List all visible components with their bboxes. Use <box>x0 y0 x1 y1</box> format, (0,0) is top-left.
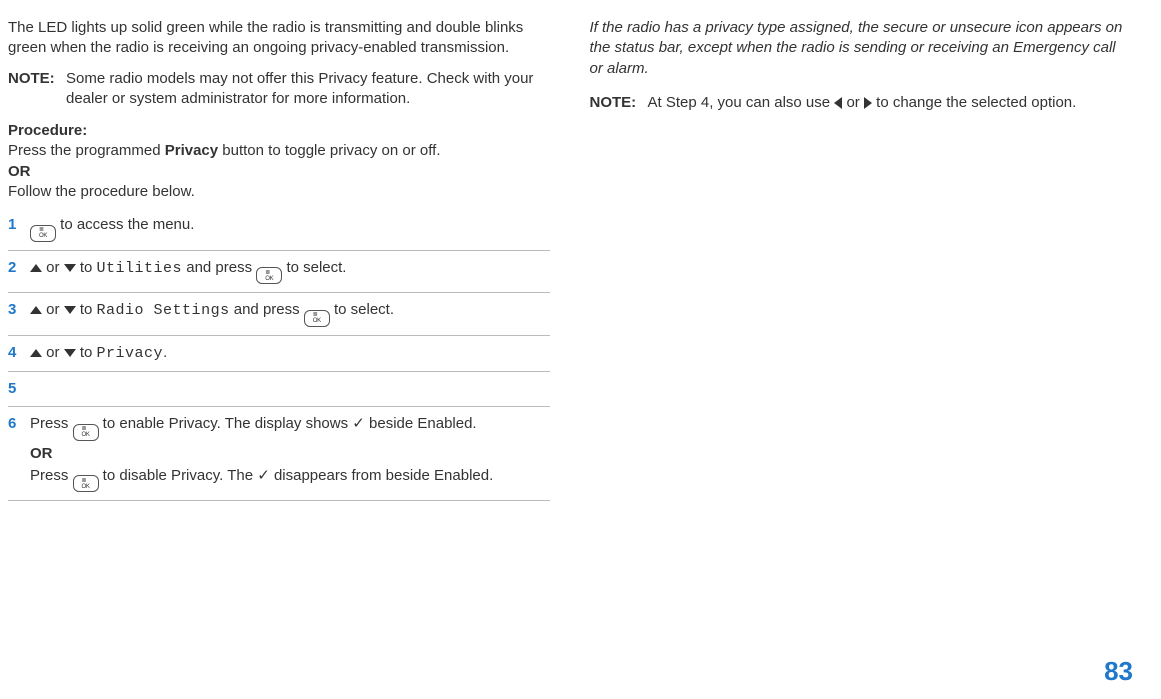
step-4: 4 or to Privacy. <box>8 336 550 372</box>
step-text: to select. <box>282 259 346 276</box>
step-text: or <box>42 259 64 276</box>
up-arrow-icon <box>30 264 42 272</box>
note-block-2: NOTE: At Step 4, you can also use or to … <box>590 93 1132 113</box>
step-body: or to Radio Settings and press to select… <box>30 300 550 328</box>
proc-text: Press the programmed <box>8 142 165 159</box>
ok-key-icon <box>73 424 99 441</box>
ok-key-icon <box>304 310 330 327</box>
step-text: Press <box>30 415 73 432</box>
up-arrow-icon <box>30 349 42 357</box>
step-number: 3 <box>8 300 30 320</box>
note-label: NOTE: <box>8 69 66 110</box>
step-5: 5 <box>8 372 550 407</box>
step-text: to <box>76 259 97 276</box>
step-body: Press to enable Privacy. The display sho… <box>30 414 550 493</box>
step-text: to select. <box>330 301 394 318</box>
ok-key-icon <box>73 475 99 492</box>
or-label: OR <box>8 162 550 182</box>
step-number: 5 <box>8 379 30 399</box>
step-text: beside Enabled. <box>365 415 477 432</box>
step-2: 2 or to Utilities and press to select. <box>8 251 550 294</box>
procedure-instruction: Press the programmed Privacy button to t… <box>8 141 550 161</box>
step-text: and press <box>182 259 256 276</box>
intro-paragraph: The LED lights up solid green while the … <box>8 18 550 59</box>
step-text: to <box>76 344 97 361</box>
step-text: to disable Privacy. The <box>99 467 258 484</box>
checkmark-icon: ✓ <box>352 415 365 432</box>
step-number: 1 <box>8 215 30 235</box>
menu-item: Radio Settings <box>97 302 230 319</box>
note-block: NOTE: Some radio models may not offer th… <box>8 69 550 110</box>
left-column: The LED lights up solid green while the … <box>8 18 550 501</box>
procedure-heading: Procedure: <box>8 121 550 141</box>
note-text: Some radio models may not offer this Pri… <box>66 69 550 110</box>
step-text: to enable Privacy. The display shows <box>99 415 353 432</box>
step-number: 6 <box>8 414 30 434</box>
step-body <box>30 379 550 399</box>
step-6: 6 Press to enable Privacy. The display s… <box>8 407 550 501</box>
step-text: and press <box>230 301 304 318</box>
step-body: to access the menu. <box>30 215 550 243</box>
privacy-button-name: Privacy <box>165 142 218 159</box>
ok-key-icon <box>256 267 282 284</box>
step-text: Press <box>30 467 73 484</box>
step-3: 3 or to Radio Settings and press to sele… <box>8 293 550 336</box>
proc-text: button to toggle privacy on or off. <box>218 142 440 159</box>
step-text: to access the menu. <box>56 216 194 233</box>
step-1: 1 to access the menu. <box>8 208 550 251</box>
step-list: 1 to access the menu. 2 or to Utilities … <box>8 208 550 501</box>
up-arrow-icon <box>30 306 42 314</box>
note-text-part: At Step 4, you can also use <box>648 94 835 111</box>
note-text-part: to change the selected option. <box>872 94 1076 111</box>
note-label: NOTE: <box>590 93 648 113</box>
step-number: 2 <box>8 258 30 278</box>
privacy-status-paragraph: If the radio has a privacy type assigned… <box>590 18 1132 79</box>
checkmark-icon: ✓ <box>257 467 270 484</box>
step-text: or <box>42 344 64 361</box>
down-arrow-icon <box>64 264 76 272</box>
procedure-follow: Follow the procedure below. <box>8 182 550 202</box>
step-number: 4 <box>8 343 30 363</box>
step-text: disappears from beside Enabled. <box>270 467 493 484</box>
step-text: . <box>163 344 167 361</box>
note-text: At Step 4, you can also use or to change… <box>648 93 1132 113</box>
step-text: to <box>76 301 97 318</box>
note-text-part: or <box>842 94 864 111</box>
right-arrow-icon <box>864 97 872 109</box>
down-arrow-icon <box>64 349 76 357</box>
menu-item: Utilities <box>97 260 183 277</box>
menu-item: Privacy <box>97 345 164 362</box>
or-label: OR <box>30 444 550 464</box>
ok-key-icon <box>30 225 56 242</box>
page-number: 83 <box>1104 654 1133 689</box>
right-column: If the radio has a privacy type assigned… <box>590 18 1132 501</box>
down-arrow-icon <box>64 306 76 314</box>
step-body: or to Privacy. <box>30 343 550 364</box>
step-body: or to Utilities and press to select. <box>30 258 550 286</box>
step-text: or <box>42 301 64 318</box>
